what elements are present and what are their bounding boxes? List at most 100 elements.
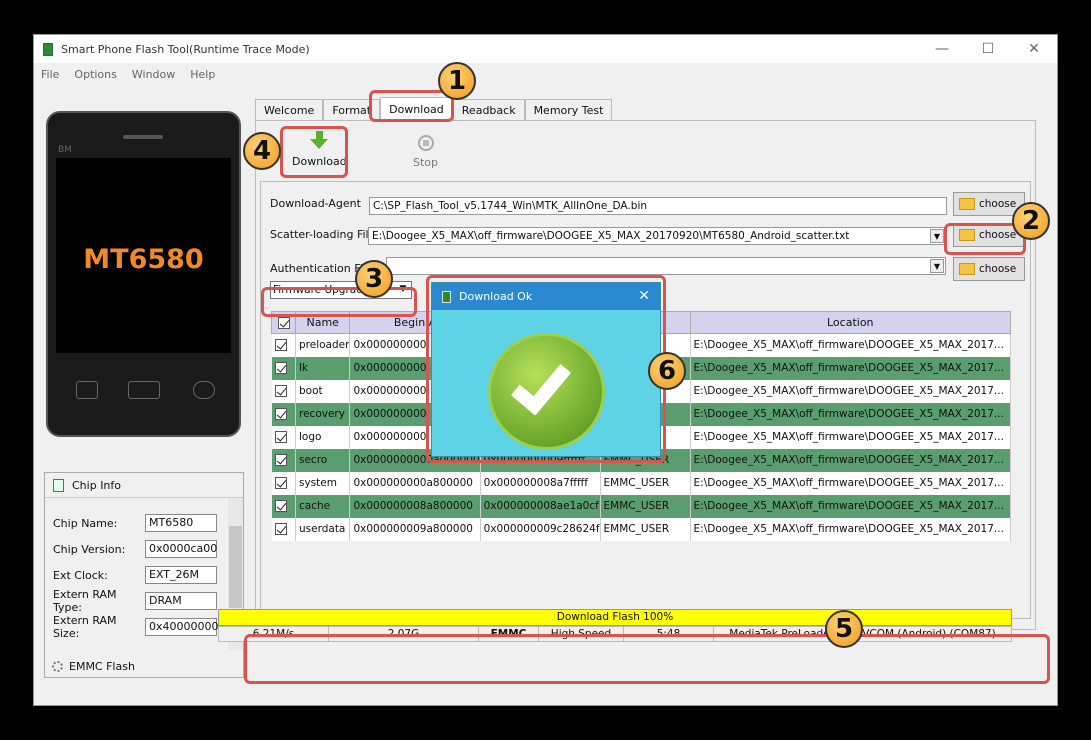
step-badge-3: 3: [355, 260, 393, 298]
chip-info-key: Ext Clock:: [53, 568, 108, 582]
row-name: lk: [295, 356, 351, 380]
choose-label: choose: [979, 198, 1017, 210]
row-checkbox[interactable]: [271, 517, 296, 541]
row-location: E:\Doogee_X5_MAX\off_firmware\DOOGEE_X5_…: [690, 517, 1012, 541]
checkbox-icon: [274, 477, 287, 489]
row-checkbox[interactable]: [271, 448, 296, 472]
menu-options[interactable]: Options: [74, 68, 116, 81]
tab-readback[interactable]: Readback: [452, 99, 525, 121]
phone-buttons: [48, 381, 239, 411]
menu-help[interactable]: Help: [190, 68, 215, 81]
row-location: E:\Doogee_X5_MAX\off_firmware\DOOGEE_X5_…: [690, 379, 1012, 403]
chip-icon: [53, 478, 64, 492]
row-name: logo: [295, 425, 351, 449]
row-checkbox[interactable]: [271, 402, 296, 426]
emmc-flash-label: EMMC Flash: [52, 660, 135, 673]
row-region: EMMC_USER: [600, 471, 691, 495]
row-end: 0x000000008a7fffff: [480, 471, 601, 495]
row-location: E:\Doogee_X5_MAX\off_firmware\DOOGEE_X5_…: [690, 425, 1012, 449]
chip-info-value: EXT_26M: [145, 566, 217, 584]
table-row[interactable]: userdata 0x000000009a800000 0x000000009c28…: [271, 517, 1012, 541]
back-key-icon: [193, 381, 215, 399]
row-name: preloader: [295, 333, 351, 357]
highlight-download-button: [280, 126, 348, 178]
stop-button[interactable]: Stop: [413, 131, 438, 169]
checkbox-icon: [274, 385, 287, 397]
row-name: userdata: [295, 517, 351, 541]
stop-icon: [417, 135, 434, 151]
chip-info-key: Chip Name:: [53, 516, 118, 530]
chip-info-title: Chip Info: [72, 478, 122, 492]
auth-file-input[interactable]: ▼: [386, 257, 946, 275]
choose-label: choose: [979, 263, 1017, 275]
folder-icon: [959, 198, 975, 210]
table-row[interactable]: cache 0x000000008a800000 0x000000008ae1a0c…: [271, 494, 1012, 518]
row-location: E:\Doogee_X5_MAX\off_firmware\DOOGEE_X5_…: [690, 494, 1012, 518]
tab-welcome[interactable]: Welcome: [255, 99, 324, 121]
step-badge-6: 6: [648, 352, 686, 390]
chip-info-value: MT6580: [145, 514, 217, 532]
step-badge-5: 5: [825, 610, 863, 648]
gear-icon: [52, 661, 63, 672]
row-name: cache: [295, 494, 351, 518]
checkbox-icon: [277, 317, 290, 329]
scatter-file-label: Scatter-loading File: [270, 228, 376, 241]
phone-speaker: [123, 135, 163, 139]
progress-bar: Download Flash 100%: [218, 609, 1012, 626]
chip-info-key: Extern RAM Type:: [53, 588, 117, 614]
row-begin: 0x000000000a800000: [349, 471, 481, 495]
checkbox-icon: [274, 500, 287, 512]
emmc-flash-text: EMMC Flash: [69, 660, 135, 673]
row-name: boot: [295, 379, 351, 403]
checkbox-icon: [274, 454, 287, 466]
chip-info-value: DRAM: [145, 592, 217, 610]
tab-memory-test[interactable]: Memory Test: [524, 99, 613, 121]
phone-image: BM MT6580: [46, 111, 241, 437]
menu-window[interactable]: Window: [132, 68, 175, 81]
table-row[interactable]: system 0x000000000a800000 0x000000008a7fff…: [271, 471, 1012, 495]
row-name: system: [295, 471, 351, 495]
choose-auth-button[interactable]: choose: [953, 257, 1025, 281]
maximize-button[interactable]: ☐: [965, 35, 1011, 63]
step-badge-2: 2: [1012, 202, 1050, 240]
checkbox-icon: [274, 339, 287, 352]
row-region: EMMC_USER: [600, 517, 691, 541]
chip-info-panel: Chip Info Chip Name: MT6580 Chip Version:…: [44, 472, 244, 678]
step-badge-1: 1: [438, 62, 476, 100]
chip-info-key: Chip Version:: [53, 542, 126, 556]
minimize-button[interactable]: —: [919, 35, 965, 63]
chip-info-value: 0x0000ca00: [145, 540, 217, 558]
row-checkbox[interactable]: [271, 379, 296, 403]
app-icon: [43, 42, 53, 56]
chip-info-header: Chip Info: [45, 473, 243, 498]
highlight-progress: [244, 634, 1050, 684]
chevron-down-icon[interactable]: ▼: [930, 229, 944, 243]
download-agent-input[interactable]: C:\SP_Flash_Tool_v5.1744_Win\MTK_AllInOn…: [369, 197, 947, 215]
chip-info-key: Extern RAM Size:: [53, 614, 117, 640]
download-agent-label: Download-Agent: [270, 197, 361, 210]
row-checkbox[interactable]: [271, 471, 296, 495]
chip-info-row: Chip Version: 0x0000ca00: [53, 539, 223, 559]
highlight-mode-select: [261, 287, 417, 317]
menu-key-icon: [76, 381, 98, 399]
chip-info-row: Ext Clock: EXT_26M: [53, 565, 223, 585]
col-location: Location: [689, 311, 1012, 334]
row-checkbox[interactable]: [271, 425, 296, 449]
row-checkbox[interactable]: [271, 494, 296, 518]
checkbox-icon: [274, 431, 287, 443]
scatter-file-value: E:\Doogee_X5_MAX\off_firmware\DOOGEE_X5_…: [372, 230, 850, 242]
row-location: E:\Doogee_X5_MAX\off_firmware\DOOGEE_X5_…: [690, 448, 1012, 472]
row-begin: 0x000000009a800000: [349, 517, 481, 541]
checkbox-icon: [274, 362, 287, 374]
row-name: secro: [295, 448, 351, 472]
chevron-down-icon[interactable]: ▼: [930, 259, 944, 273]
chip-info-value: 0x40000000: [145, 618, 219, 636]
row-checkbox[interactable]: [271, 356, 296, 380]
close-button[interactable]: ✕: [1011, 35, 1057, 63]
checkbox-icon: [274, 408, 287, 420]
scatter-file-input[interactable]: E:\Doogee_X5_MAX\off_firmware\DOOGEE_X5_…: [368, 227, 946, 245]
menu-file[interactable]: File: [41, 68, 59, 81]
row-checkbox[interactable]: [271, 333, 296, 357]
highlight-download-tab: [369, 90, 454, 122]
scrollbar-thumb[interactable]: [229, 526, 242, 608]
